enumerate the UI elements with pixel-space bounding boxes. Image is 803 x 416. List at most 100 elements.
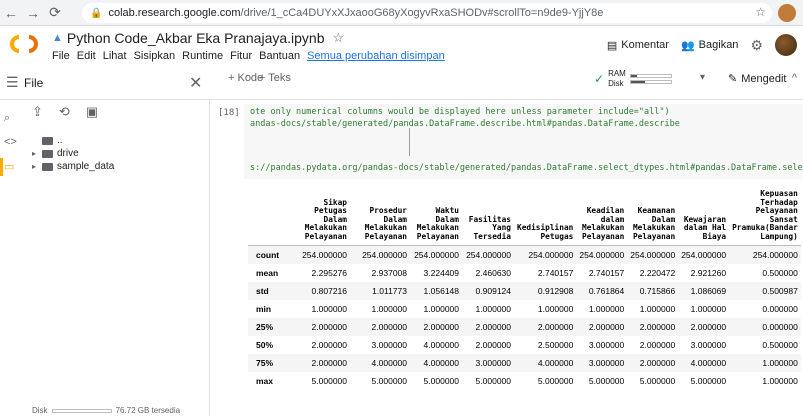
table-cell: 4.000000	[514, 353, 577, 372]
files-panel: ⇪ ⟲ ▣ .. ▸ drive ▸ sample_data Disk 76.7…	[22, 100, 210, 416]
ram-label: RAM	[608, 69, 626, 78]
address-bar[interactable]: 🔒 colab.research.google.com /drive/1_cCa…	[82, 3, 772, 23]
index-header	[248, 190, 286, 246]
colab-header: ▲ Python Code_Akbar Eka Pranajaya.ipynb …	[0, 26, 803, 66]
file-tree-item[interactable]: ▸ sample_data	[32, 160, 114, 173]
menu-bar: File Edit Lihat Sisipkan Runtime Fitur B…	[52, 50, 445, 62]
upload-icon[interactable]: ⇪	[32, 104, 43, 120]
add-text-button[interactable]: + Teks	[259, 72, 291, 84]
forward-arrow-icon[interactable]: →	[22, 2, 44, 24]
table-cell: 3.000000	[690, 339, 727, 350]
column-header: Kedisiplinan Petugas	[514, 190, 577, 246]
editing-mode-button[interactable]: ✎ Mengedit	[728, 72, 786, 86]
column-header: Kepuasan Terhadap Pelayanan Sansat Pramuka(B…	[729, 189, 801, 246]
table-cell: 4.000000	[423, 339, 459, 350]
table-cell: 0.000000	[762, 303, 798, 314]
table-cell: 5.000000	[423, 375, 459, 386]
table-row: mean 2.295276 2.937008 3.224409 2.460630 2.74…	[248, 264, 801, 282]
file-tree: .. ▸ drive ▸ sample_data	[32, 134, 114, 173]
url-path: /drive/1_cCa4DUYxXJxaooG68yXogyvRxaSHODv…	[240, 7, 604, 19]
table-cell: 2.000000	[576, 317, 628, 336]
chevron-right-icon[interactable]: ▸	[32, 149, 38, 158]
chevron-right-icon[interactable]: ▸	[32, 162, 38, 171]
table-cell: 2.000000	[410, 317, 462, 336]
file-tree-item[interactable]: ▸ drive	[32, 147, 114, 160]
menu-item-tools[interactable]: Fitur	[230, 50, 252, 62]
table-cell: 2.460630	[475, 267, 511, 278]
table-cell: 1.000000	[423, 303, 459, 314]
search-icon[interactable]: ⌕	[4, 112, 10, 125]
resource-indicator[interactable]: ✓ RAM Disk	[594, 69, 672, 88]
table-cell: 2.000000	[311, 339, 347, 350]
chevron-up-icon[interactable]: ^	[792, 72, 797, 84]
check-icon: ✓	[594, 71, 605, 86]
pencil-icon: ✎	[728, 73, 738, 85]
file-tree-label: ..	[57, 135, 63, 146]
resource-bars	[629, 73, 672, 84]
folder-icon	[42, 149, 53, 158]
table-cell: 0.500000	[762, 339, 798, 350]
table-cell: 5.000000	[371, 375, 407, 386]
table-row: 50% 2.000000 3.000000 4.000000 2.000000 2.500…	[248, 336, 801, 354]
cell-execution-count: [18]	[218, 108, 240, 118]
avatar[interactable]	[775, 34, 797, 56]
saved-status-link[interactable]: Semua perubahan disimpan	[307, 50, 445, 62]
table-cell: 3.000000	[371, 339, 407, 350]
star-icon[interactable]: ☆	[333, 30, 345, 46]
folder-icon	[42, 162, 53, 171]
disk-footer-value: 76.72 GB tersedia	[115, 406, 181, 415]
scroll-divider	[409, 128, 410, 156]
table-cell: 1.086069	[678, 281, 730, 300]
notebook-title-row: ▲ Python Code_Akbar Eka Pranajaya.ipynb …	[52, 30, 344, 46]
refresh-folder-icon[interactable]: ⟲	[59, 104, 70, 120]
folder-icon[interactable]: ▭	[4, 160, 14, 173]
table-cell: 0.500987	[729, 281, 801, 300]
files-panel-actions: ⇪ ⟲ ▣	[32, 104, 98, 120]
bookmark-star-icon[interactable]: ☆	[755, 5, 766, 19]
menu-item-insert[interactable]: Sisipkan	[134, 50, 176, 62]
table-cell: 254.000000	[627, 245, 679, 264]
notebook-title[interactable]: Python Code_Akbar Eka Pranajaya.ipynb	[67, 30, 325, 46]
table-cell: 2.000000	[678, 317, 730, 336]
cell-code-output[interactable]: ote only numerical columns would be disp…	[244, 104, 803, 179]
table-cell: 2.740157	[537, 267, 574, 278]
table-cell: 0.500000	[762, 267, 798, 278]
menu-item-runtime[interactable]: Runtime	[182, 50, 223, 62]
table-cell: 2.937008	[371, 267, 407, 278]
share-label: Bagikan	[698, 39, 739, 51]
menu-item-view[interactable]: Lihat	[103, 50, 127, 62]
table-row: min 1.000000 1.000000 1.000000 1.000000 1.000…	[248, 300, 801, 318]
table-cell: 1.000000	[588, 303, 625, 314]
back-arrow-icon[interactable]: ←	[0, 2, 22, 24]
share-button[interactable]: 👥 Bagikan	[681, 39, 738, 52]
disk-footer: Disk 76.72 GB tersedia	[32, 406, 180, 415]
table-cell: 0.000000	[729, 317, 801, 336]
table-row: 75% 2.000000 4.000000 4.000000 3.000000 4.000…	[248, 353, 801, 372]
header-actions: ▤ Komentar 👥 Bagikan ⚙	[607, 34, 797, 56]
comment-button[interactable]: ▤ Komentar	[607, 39, 669, 52]
column-header: Sikap Petugas Dalam Melakukan Pelayanan	[286, 190, 350, 246]
reload-icon[interactable]: ⟳	[44, 2, 66, 24]
hamburger-menu-icon[interactable]: ☰	[6, 74, 19, 91]
table-cell: 4.000000	[350, 353, 410, 372]
table-cell: 1.000000	[639, 303, 676, 314]
disk-label: Disk	[608, 79, 624, 88]
add-code-button[interactable]: + Kode	[228, 72, 263, 84]
comment-icon: ▤	[606, 39, 618, 52]
profile-avatar[interactable]	[778, 4, 796, 22]
file-tree-item[interactable]: ..	[32, 134, 114, 147]
gear-icon[interactable]: ⚙	[750, 37, 763, 54]
menu-item-edit[interactable]: Edit	[77, 50, 96, 62]
menu-item-file[interactable]: File	[52, 50, 70, 62]
disk-bar-fill	[630, 80, 645, 83]
column-header: Fasilitas Yang Tersedia	[462, 190, 514, 246]
file-tree-label: drive	[57, 148, 79, 159]
menu-item-help[interactable]: Bantuan	[259, 50, 300, 62]
colab-logo-icon[interactable]	[8, 34, 40, 54]
code-line: s://pandas.pydata.org/pandas-docs/stable…	[250, 163, 803, 173]
close-icon[interactable]: ✕	[189, 73, 202, 93]
code-icon[interactable]: <>	[4, 136, 17, 148]
chevron-down-icon[interactable]: ▾	[700, 72, 705, 83]
column-header: Keadilan dalam Melakukan Pelayanan	[576, 190, 628, 246]
mount-drive-icon[interactable]: ▣	[86, 104, 98, 120]
